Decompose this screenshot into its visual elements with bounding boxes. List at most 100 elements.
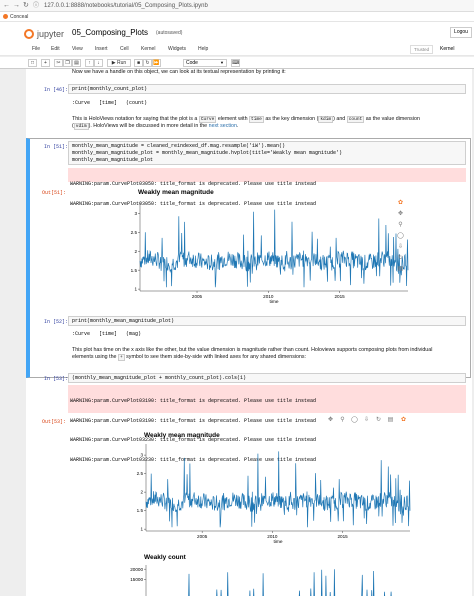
chevron-down-icon: ▼ [220,60,224,65]
save-plot-icon[interactable]: ⇩ [397,244,404,251]
chart-1-title: Weakly mean magnitude [138,189,214,196]
trusted-badge[interactable]: Trusted [410,45,434,54]
run-button[interactable]: ▶ Run [107,59,131,67]
pan-icon[interactable]: ✥ [397,211,404,218]
interrupt-icon[interactable]: ■ [134,59,143,67]
md2-text-a: elements using the [72,354,117,360]
logout-button[interactable]: Logou [450,27,472,38]
restart-run-icon[interactable]: ⏩ [152,59,161,67]
cell-type-value: Code [186,60,198,66]
menu-insert[interactable]: Insert [95,46,108,53]
md2-text-b: symbol to see them side-by-side with lin… [126,354,307,360]
cell-51-code-line2: monthly_mean_magnitude_plot = monthly_me… [72,150,343,156]
y-tick-label: 20000 [130,567,143,572]
save-plot-icon[interactable]: ⇩ [363,417,370,424]
md1-text-e: as the value dimension [365,116,420,122]
add-cell-icon[interactable]: + [41,59,50,67]
y-tick-label: 1.5 [137,508,144,513]
chart-1-xlabel: time [269,299,278,305]
chart-2-series-line [145,451,411,528]
menu-widgets[interactable]: Widgets [168,46,186,53]
copy-icon[interactable]: ❐ [63,59,72,67]
move-down-icon[interactable]: ↓ [94,59,103,67]
cell-46-input[interactable]: print(monthly_count_plot) [68,84,466,94]
kernel-indicator: Kernel [440,46,455,52]
cell-52-prompt: In [52]: [44,319,69,325]
wheel-zoom-icon[interactable]: ◯ [351,417,358,424]
menu-cell[interactable]: Cell [120,46,129,53]
bokeh-logo-icon[interactable]: ✿ [400,417,407,424]
notebook-toolbar: □ + ✂ ❐ ▤ ↑ ↓ ▶ Run ■ ↻ ⏩ Code ▼ ⌨ [0,57,474,69]
cell-46-output: :Curve [time] (count) [72,100,148,106]
y-tick-label: 2 [134,249,137,254]
markdown-composing-note: This plot has time on the x axis like th… [72,347,470,361]
chart-weekly-mean-magnitude-2: Weakly mean magnitude 1 1.5 2 2.5 3 2005 2010… [137,432,411,545]
chart-2-xlabel: time [273,539,282,545]
reset-icon[interactable]: ↻ [375,417,382,424]
menu-file[interactable]: File [32,46,40,53]
chart-1-y-ticks: 1 1.5 2 2.5 3 [131,211,140,292]
md1-text-c: as the key dimension ( [265,116,319,122]
box-zoom-icon[interactable]: ⚲ [339,417,346,424]
cell-52-input[interactable]: print(monthly_mean_magnitude_plot) [68,316,466,326]
notebook-title[interactable]: 05_Composing_Plots [72,28,148,37]
paste-icon[interactable]: ▤ [72,59,81,67]
move-up-icon[interactable]: ↑ [85,59,94,67]
keyboard-icon[interactable]: ⌨ [231,59,240,67]
menu-kernel[interactable]: Kernel [141,46,155,53]
box-zoom-icon[interactable]: ⚲ [397,222,404,229]
hover-icon[interactable]: ▤ [387,417,394,424]
md1-count-tag: count [346,116,365,123]
bookmark-item[interactable]: Conceal [3,13,28,21]
menu-help[interactable]: Help [198,46,208,53]
x-tick-label: 2015 [337,534,348,539]
cell-51-input[interactable]: monthly_mean_magnitude = cleaned_reindex… [68,141,466,165]
reset-icon[interactable]: ↻ [397,255,404,262]
hover-icon[interactable]: ▤ [397,266,404,273]
x-tick-label: 2010 [267,534,278,539]
logo-text: jupyter [37,29,65,39]
cell-46-prompt: In [46]: [44,87,69,93]
save-status: (autosaved) [156,30,183,36]
restart-icon[interactable]: ↻ [143,59,152,67]
forward-icon[interactable]: → [13,2,20,10]
cell-51-prompt: In [51]: [44,144,69,150]
y-tick-label: 1.5 [131,268,138,273]
info-icon: ⓘ [33,3,40,9]
cell-53-warnings: WARNING:param.CurvePlot03190: title_form… [68,385,466,463]
cell-51-code-line1: monthly_mean_magnitude = cleaned_reindex… [72,143,286,149]
chart-3-title: Weakly count [144,554,187,561]
y-tick-label: 2.5 [131,230,138,235]
md1-text-g: ). HoloViews will be discussed in more d… [88,123,208,129]
menu-edit[interactable]: Edit [51,46,60,53]
cell-46-code: print(monthly_count_plot) [72,86,148,92]
bokeh-toolbar-2: ✥ ⚲ ◯ ⇩ ↻ ▤ ✿ [325,416,410,425]
cut-icon[interactable]: ✂ [54,59,63,67]
next-section-link[interactable]: next section [209,123,237,129]
cell-type-select[interactable]: Code ▼ [183,59,227,67]
save-icon[interactable]: □ [28,59,37,67]
md1-text-d: ) and [333,116,346,122]
bokeh-toolbar-1: ✿ ✥ ⚲ ◯ ⇩ ↻ ▤ [397,200,407,272]
bokeh-logo-icon[interactable]: ✿ [397,200,404,207]
cell-53-input[interactable]: (monthly_mean_magnitude_plot + monthly_c… [68,373,466,383]
reload-icon[interactable]: ↻ [23,2,29,10]
menu-view[interactable]: View [72,46,83,53]
jupyter-logo[interactable]: jupyter [24,28,65,40]
y-tick-label: 2.5 [137,471,144,476]
x-tick-label: 2015 [334,294,345,299]
chart-1-x-ticks: 2005 2010 2015 [192,291,345,299]
cell-53-prompt: In [53]: [44,376,69,382]
pan-icon[interactable]: ✥ [327,417,334,424]
chart-2-title: Weakly mean magnitude [144,432,220,439]
bookmark-icon [3,14,8,20]
url-text[interactable]: 127.0.0.1:8888/notebooks/tutorial/05_Com… [44,2,208,10]
md1-text-a: This is HoloViews notation for saying th… [72,116,198,122]
menu-bar: File Edit View Insert Cell Kernel Widget… [0,44,474,56]
y-tick-label: 3 [134,211,137,216]
bookmarks-bar: Conceal [0,12,474,22]
back-icon[interactable]: ← [3,2,10,10]
wheel-zoom-icon[interactable]: ◯ [397,233,404,240]
cell-53-out-prompt: Out[53]: [42,419,67,425]
jupyter-logo-icon [24,28,34,39]
